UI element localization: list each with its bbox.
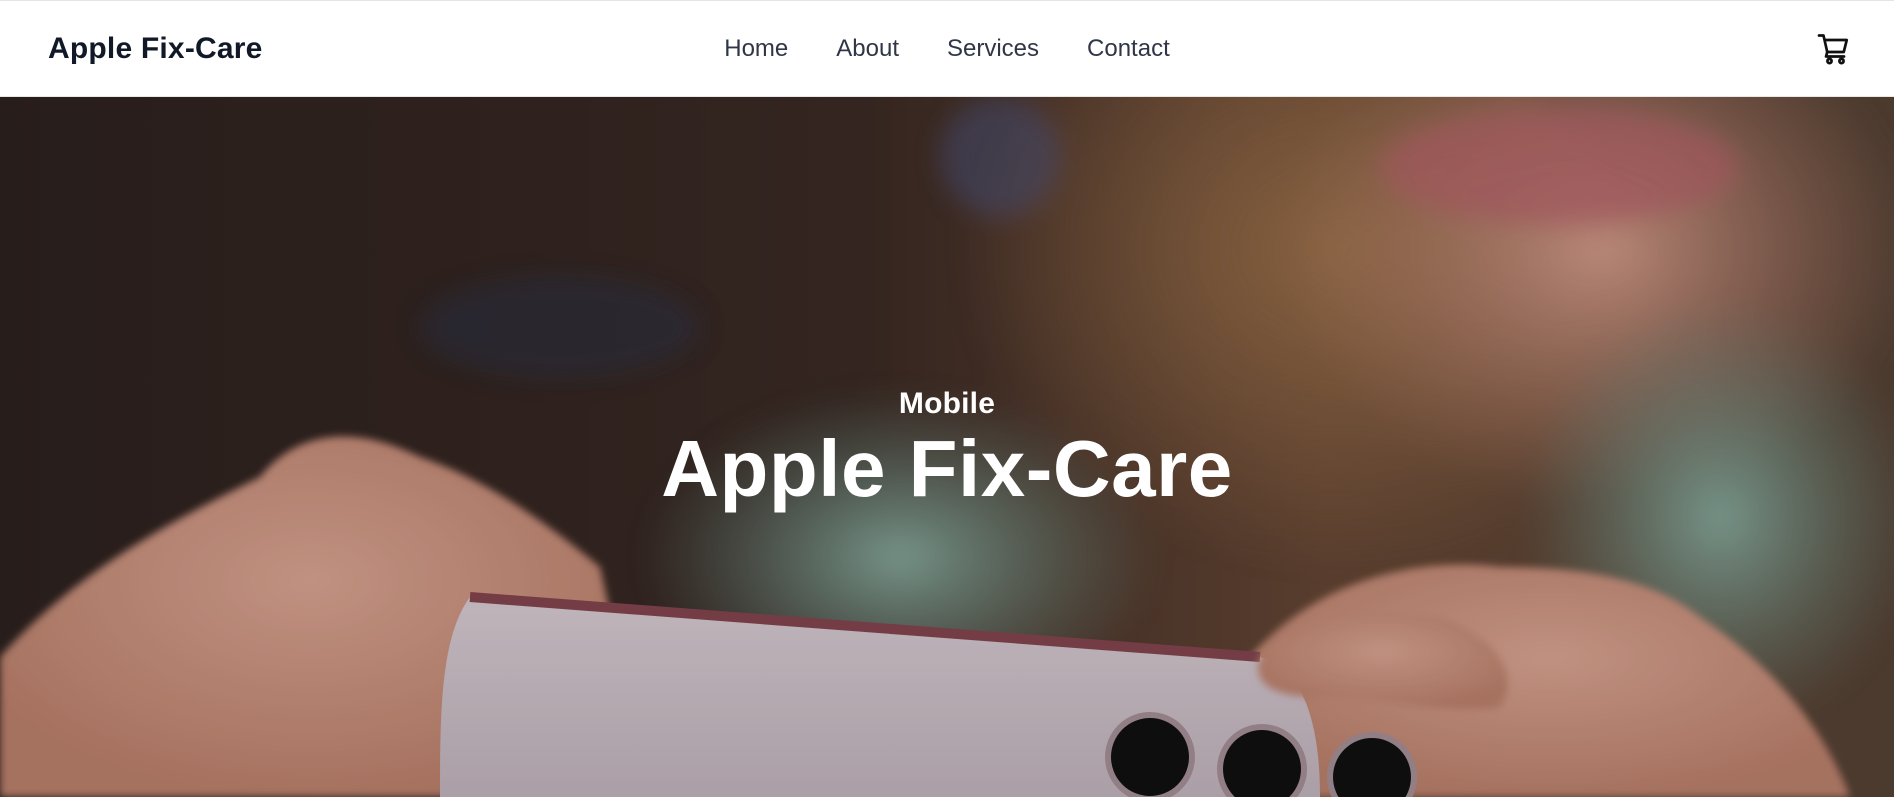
brand-logo[interactable]: Apple Fix-Care bbox=[48, 32, 263, 66]
navbar: Apple Fix-Care Home About Services Conta… bbox=[0, 0, 1894, 97]
hero-text: Mobile Apple Fix-Care bbox=[0, 387, 1894, 509]
hero-subtitle: Mobile bbox=[898, 387, 996, 420]
nav-home[interactable]: Home bbox=[724, 35, 788, 63]
hero-title: Apple Fix-Care bbox=[661, 424, 1233, 513]
cart-icon[interactable] bbox=[1816, 31, 1852, 67]
nav-services[interactable]: Services bbox=[947, 35, 1039, 63]
nav-contact[interactable]: Contact bbox=[1087, 35, 1170, 63]
nav-about[interactable]: About bbox=[836, 35, 899, 63]
hero-section: Mobile Apple Fix-Care bbox=[0, 97, 1894, 797]
main-nav: Home About Services Contact bbox=[0, 1, 1894, 97]
